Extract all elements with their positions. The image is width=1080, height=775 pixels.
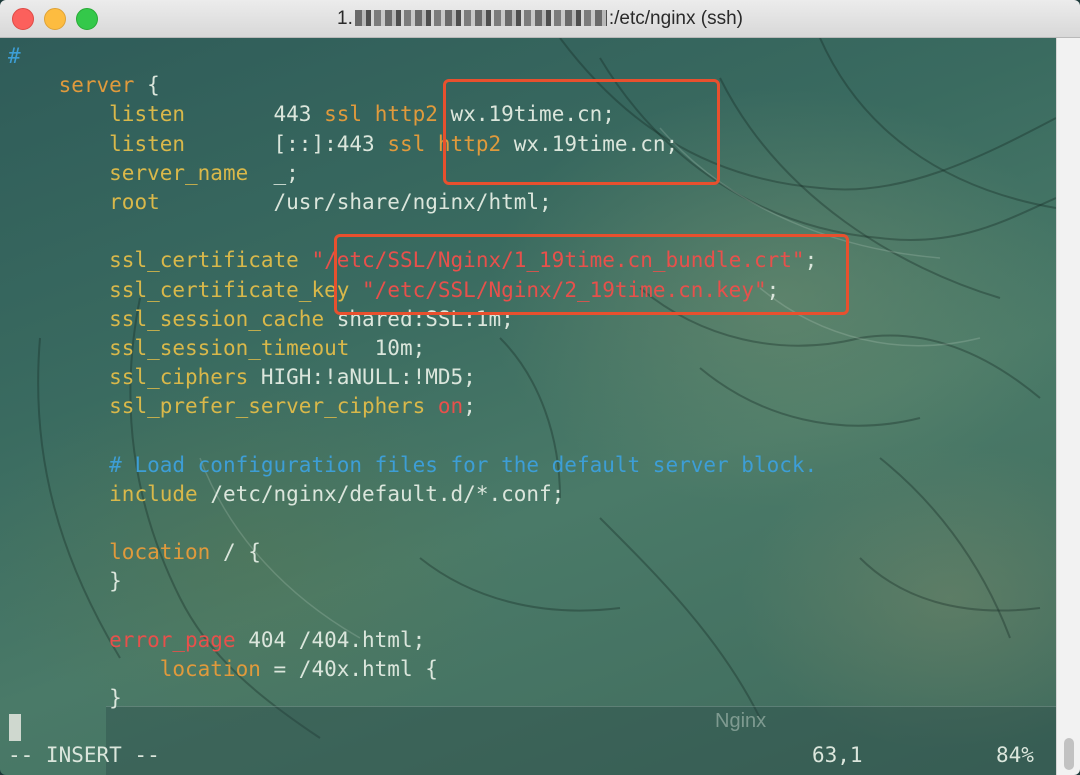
code-line[interactable]: location = /40x.html {: [8, 655, 817, 684]
window-title-prefix: 1.: [337, 8, 353, 29]
terminal-pane[interactable]: Nginx # server { listen 443 ssl http2 wx…: [0, 38, 1056, 775]
redacted-hostname: [354, 10, 607, 26]
code-line[interactable]: }: [8, 567, 817, 596]
code-line[interactable]: location / {: [8, 538, 817, 567]
code-line[interactable]: [8, 597, 817, 626]
scrollbar-thumb[interactable]: [1064, 738, 1074, 770]
code-token: 404 /404.html;: [235, 627, 426, 652]
vim-mode-indicator: -- INSERT --: [8, 743, 160, 767]
code-line[interactable]: include /etc/nginx/default.d/*.conf;: [8, 480, 817, 509]
code-token: / {: [210, 540, 261, 565]
window-title-suffix: :/etc/nginx (ssh): [608, 8, 743, 29]
code-token: HIGH:!aNULL:!MD5;: [248, 365, 476, 390]
background-finder-window: [106, 706, 1056, 775]
code-token: 10m;: [349, 335, 426, 360]
code-token: on: [437, 394, 464, 419]
code-token: listen: [109, 102, 186, 127]
cursor-position: 63,1: [812, 743, 863, 767]
code-token: 443: [185, 102, 325, 127]
code-token: ssl_ciphers: [109, 365, 249, 390]
code-token: [::]:443: [185, 131, 388, 156]
scroll-percent: 84%: [996, 743, 1034, 767]
code-token: {: [134, 73, 160, 98]
code-token: server: [58, 73, 135, 98]
code-token: ssl_certificate_key: [109, 277, 350, 302]
code-token: _;: [248, 160, 299, 185]
code-token: root: [109, 189, 160, 214]
code-token: location: [159, 656, 261, 681]
code-line[interactable]: ssl_prefer_server_ciphers on;: [8, 392, 817, 421]
highlight-box-listen: [443, 79, 720, 185]
code-token: }: [8, 686, 122, 711]
code-token: /etc/nginx/default.d/*.conf;: [197, 481, 565, 506]
highlight-box-ssl-certificate: [334, 234, 849, 315]
code-token: # Load configuration files for the defau…: [109, 452, 818, 477]
code-line[interactable]: #: [8, 42, 817, 71]
code-line[interactable]: [8, 509, 817, 538]
text-cursor: [9, 714, 21, 741]
code-token: = /40x.html {: [260, 656, 438, 681]
code-line[interactable]: error_page 404 /404.html;: [8, 626, 817, 655]
terminal-window: 1. :/etc/nginx (ssh) Nginx # server {li…: [0, 0, 1080, 775]
code-token: ssl_prefer_server_ciphers: [109, 394, 426, 419]
code-token: http2: [374, 102, 438, 127]
code-token: #: [8, 44, 21, 68]
code-token: listen: [109, 131, 186, 156]
background-folder-title: Nginx: [715, 710, 767, 732]
code-line[interactable]: ssl_ciphers HIGH:!aNULL:!MD5;: [8, 363, 817, 392]
code-token: ssl_session_timeout: [109, 335, 350, 360]
code-line[interactable]: # Load configuration files for the defau…: [8, 451, 817, 480]
code-line[interactable]: }: [8, 684, 817, 713]
code-token: server_name: [109, 160, 249, 185]
code-token: }: [8, 569, 122, 594]
title-bar: 1. :/etc/nginx (ssh): [0, 0, 1080, 38]
code-token: ssl_session_cache: [109, 306, 325, 331]
code-token: include: [109, 481, 198, 506]
code-token: /usr/share/nginx/html;: [159, 189, 552, 214]
window-title: 1. :/etc/nginx (ssh): [0, 0, 1080, 37]
code-token: ssl: [324, 102, 363, 127]
code-token: ;: [463, 394, 476, 419]
code-token: location: [109, 540, 211, 565]
code-line[interactable]: root /usr/share/nginx/html;: [8, 188, 817, 217]
code-line[interactable]: [8, 421, 817, 450]
code-line[interactable]: ssl_session_timeout 10m;: [8, 334, 817, 363]
code-token: ssl: [387, 131, 426, 156]
code-token: ssl_certificate: [109, 248, 299, 273]
code-token: error_page: [109, 627, 236, 652]
vertical-scrollbar[interactable]: [1056, 38, 1080, 775]
